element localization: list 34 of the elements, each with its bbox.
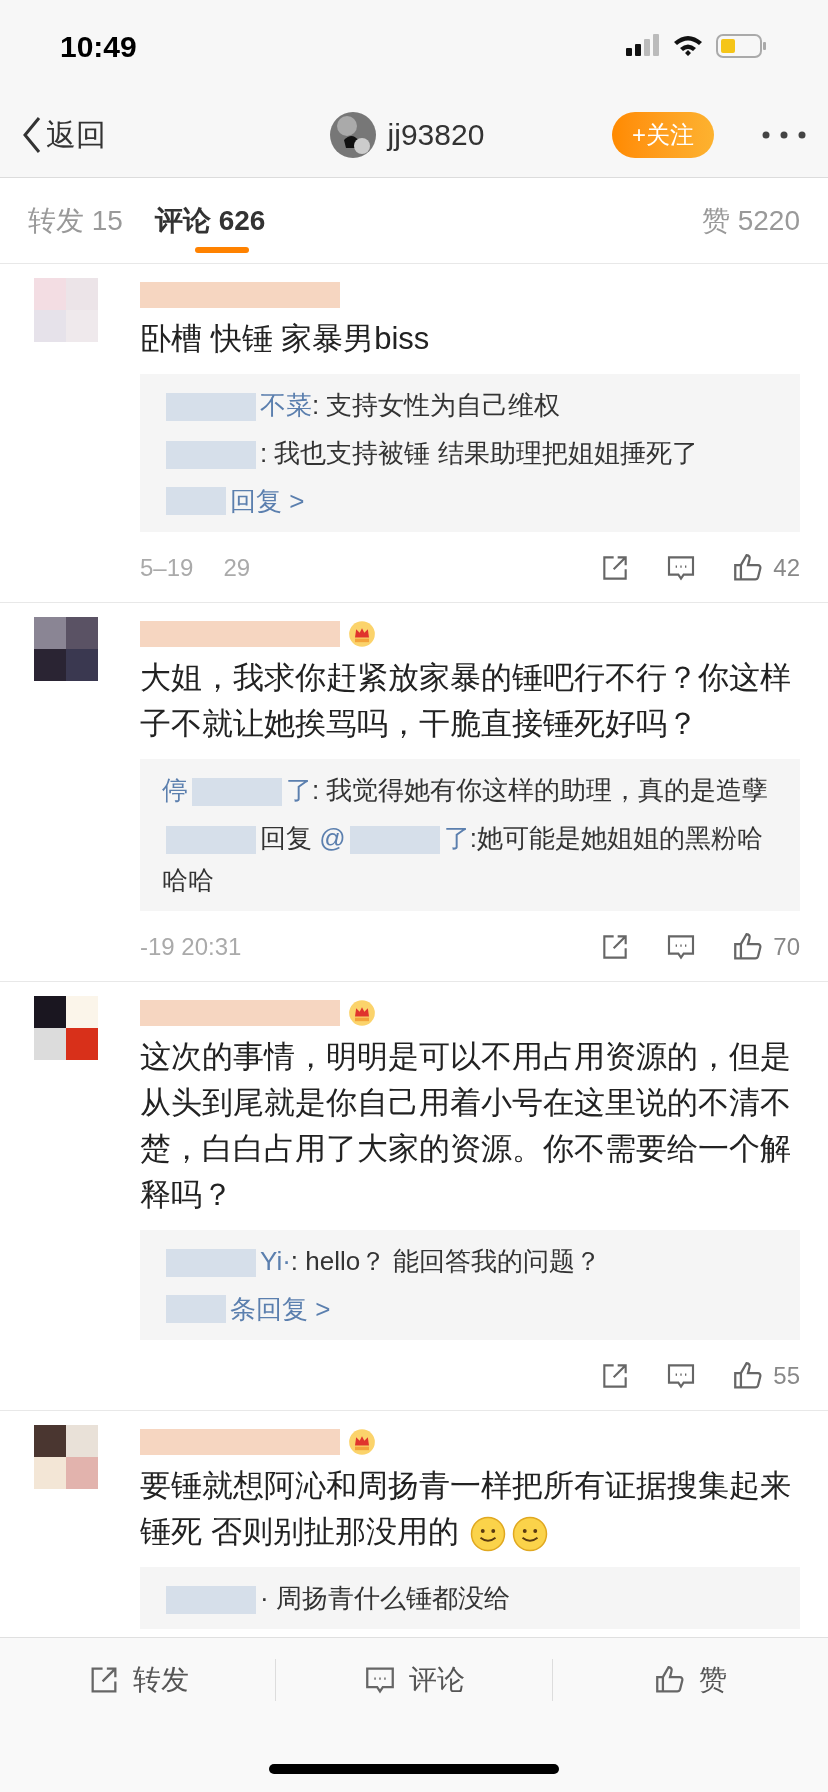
action-button[interactable]: 转发 [86, 1659, 189, 1701]
battery-icon [716, 33, 768, 59]
reply-text: Yi·: hello？ 能回答我的问题？ [162, 1240, 778, 1282]
reply-text: 不菜: 支持女性为自己维权 [162, 384, 778, 426]
smiley-icon [512, 1515, 549, 1552]
username: jj93820 [387, 117, 485, 153]
mosaic-block [166, 1295, 226, 1323]
timestamp: -19 20:31 [140, 932, 242, 962]
mosaic-block [166, 487, 226, 515]
action-button[interactable]: 赞 [653, 1659, 728, 1701]
more-replies-link[interactable]: 条回复 > [230, 1288, 331, 1330]
reply-text: 停 了: 我觉得她有你这样的助理，真的是造孽 [162, 774, 770, 809]
more-replies-link[interactable]: 回复 > [230, 480, 305, 522]
comment-text: 大姐，我求你赶紧放家暴的锤吧行不行？你这样子不就让她挨骂吗，干脆直接锤死好吗？ [140, 659, 792, 743]
timestamp: 29 [223, 553, 251, 583]
comment-text: 要锤就想阿沁和周扬青一样把所有证据搜集起来锤死 否则别扯那没用的 [140, 1463, 800, 1555]
like-count: 42 [773, 553, 800, 583]
smiley-icon [470, 1515, 507, 1552]
signal-icon [626, 34, 660, 58]
like-count: 70 [773, 932, 800, 962]
action-button[interactable]: 评论 [363, 1659, 465, 1701]
tab[interactable]: 评论 626 [154, 178, 266, 263]
reply-text: : 我也支持被锤 结果助理把姐姐捶死了 [162, 432, 778, 474]
back-button[interactable]: 返回 [22, 112, 222, 157]
comment-text: 这次的事情，明明是可以不用占用资源的，但是从头到尾就是你自己用着小号在这里说的不清不楚，白白占用了大家的资源。你不需要给一个解释吗？ [140, 1038, 792, 1214]
reply-text: 回复 @ 了:她可能是她姐姐的黑粉哈哈哈 [162, 822, 764, 897]
reply-text: · 周扬青什么锤都没给 [162, 1577, 778, 1619]
status-time: 10:49 [60, 28, 138, 65]
more-icon[interactable] [762, 129, 806, 140]
back-chevron-icon [22, 115, 42, 154]
wifi-icon [672, 34, 704, 58]
timestamp: 5–19 [140, 553, 194, 583]
comment-text: 卧槽 快锤 家暴男biss [140, 320, 431, 358]
like-count: 55 [773, 1361, 800, 1391]
